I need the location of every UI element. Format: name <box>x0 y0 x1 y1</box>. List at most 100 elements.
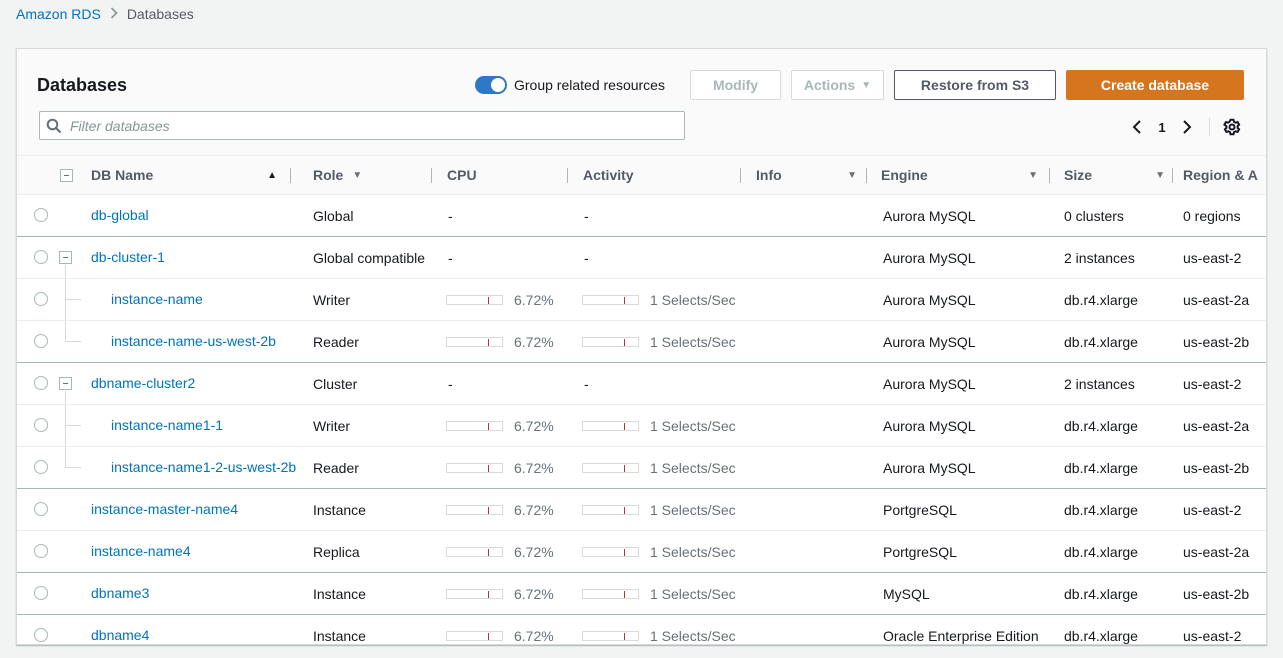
db-name-link[interactable]: instance-name <box>111 291 203 307</box>
row-select-radio[interactable] <box>34 586 48 600</box>
name-cell: instance-name <box>17 279 291 320</box>
db-name-link[interactable]: dbname4 <box>91 627 149 643</box>
sort-ascending-icon[interactable]: ▲ <box>267 170 277 181</box>
region-cell: us-east-2b <box>1183 333 1250 350</box>
next-page-button[interactable] <box>1175 115 1199 139</box>
activity-value: 1 Selects/Sec <box>650 417 736 434</box>
db-name-header-label: DB Name <box>91 167 154 183</box>
collapse-group-icon[interactable] <box>59 377 72 390</box>
cpu-bar <box>446 294 503 305</box>
row-select-radio[interactable] <box>34 376 48 390</box>
previous-page-button[interactable] <box>1125 115 1149 139</box>
chevron-left-icon <box>1132 120 1141 134</box>
column-header-engine[interactable]: Engine ▼ <box>867 155 1050 195</box>
engine-cell: MySQL <box>883 585 930 602</box>
size-cell: 2 instances <box>1064 249 1135 266</box>
region-cell: us-east-2 <box>1183 375 1242 392</box>
restore-from-s3-button[interactable]: Restore from S3 <box>894 70 1056 100</box>
collapse-all-icon[interactable] <box>60 169 73 182</box>
cpu-value: 6.72% <box>514 459 554 476</box>
actions-label: Actions <box>803 77 856 93</box>
row-select-radio[interactable] <box>34 334 48 348</box>
region-cell: us-east-2b <box>1183 585 1250 602</box>
cpu-header-label: CPU <box>447 167 477 183</box>
group-resources-toggle[interactable]: Group related resources <box>475 76 665 94</box>
db-name-link[interactable]: instance-master-name4 <box>91 501 238 517</box>
region-cell: us-east-2b <box>1183 459 1250 476</box>
actions-button[interactable]: Actions ▼ <box>791 70 884 100</box>
toggle-switch[interactable] <box>475 76 507 94</box>
column-header-region[interactable]: Region & A <box>1173 155 1266 195</box>
name-cell: db-global <box>17 195 291 236</box>
row-select-radio[interactable] <box>34 208 48 222</box>
table-row[interactable]: dbname4 Instance 6.72% 1 Selects/Sec Oracle … <box>17 615 1266 645</box>
filter-caret-icon[interactable]: ▼ <box>1028 170 1038 181</box>
region-cell: us-east-2 <box>1183 249 1242 266</box>
toggle-knob <box>491 78 505 92</box>
cpu-metric: 6.72% <box>438 460 568 476</box>
filter-databases[interactable] <box>39 111 685 140</box>
table-row[interactable]: dbname3 Instance 6.72% 1 Selects/Sec MySQL db… <box>17 572 1266 615</box>
preferences-button[interactable] <box>1220 115 1244 139</box>
role-cell: Replica <box>313 543 360 560</box>
db-name-link[interactable]: instance-name-us-west-2b <box>111 333 276 349</box>
row-select-radio[interactable] <box>34 418 48 432</box>
db-name-link[interactable]: dbname-cluster2 <box>91 375 195 391</box>
activity-empty: - <box>584 249 589 266</box>
db-name-link[interactable]: instance-name4 <box>91 543 191 559</box>
create-database-button[interactable]: Create database <box>1066 70 1244 100</box>
table-row[interactable]: db-cluster-1 Global compatible - - Aurora My… <box>17 236 1266 279</box>
engine-cell: PortgreSQL <box>883 543 957 560</box>
current-page[interactable]: 1 <box>1149 120 1175 135</box>
row-select-radio[interactable] <box>34 460 48 474</box>
table-row[interactable]: instance-master-name4 Instance 6.72% 1 Sele… <box>17 488 1266 531</box>
toggle-label: Group related resources <box>514 77 665 93</box>
size-cell: db.r4.xlarge <box>1064 501 1138 518</box>
engine-cell: Aurora MySQL <box>883 417 976 434</box>
activity-header-label: Activity <box>583 167 634 183</box>
role-header-label: Role <box>313 167 344 183</box>
filter-input[interactable] <box>68 116 668 135</box>
collapse-group-icon[interactable] <box>59 251 72 264</box>
activity-metric: 1 Selects/Sec <box>574 418 741 434</box>
db-name-link[interactable]: dbname3 <box>91 585 149 601</box>
column-header-cpu[interactable]: CPU <box>432 155 568 195</box>
table-row[interactable]: instance-name4 Replica 6.72% 1 Selects/Sec P… <box>17 530 1266 573</box>
row-select-radio[interactable] <box>34 502 48 516</box>
column-header-activity[interactable]: Activity <box>568 155 741 195</box>
cpu-metric: 6.72% <box>438 418 568 434</box>
size-cell: db.r4.xlarge <box>1064 291 1138 308</box>
activity-value: 1 Selects/Sec <box>650 459 736 476</box>
row-select-radio[interactable] <box>34 628 48 642</box>
db-name-link[interactable]: instance-name1-2-us-west-2b <box>111 459 296 475</box>
table-row[interactable]: db-global Global - - Aurora MySQL 0 clusters 0… <box>17 194 1266 237</box>
column-header-db-name[interactable]: DB Name ▲ <box>17 155 291 195</box>
table-row[interactable]: instance-name1-2-us-west-2b Reader 6.72% 1 … <box>17 446 1266 489</box>
engine-cell: Aurora MySQL <box>883 459 976 476</box>
row-select-radio[interactable] <box>34 292 48 306</box>
table-row[interactable]: instance-name Writer 6.72% 1 Selects/Sec Aur… <box>17 278 1266 321</box>
column-header-size[interactable]: Size ▼ <box>1050 155 1173 195</box>
activity-marker <box>624 548 625 556</box>
name-cell: instance-name1-1 <box>17 405 291 446</box>
activity-marker <box>624 590 625 598</box>
activity-empty: - <box>584 375 589 392</box>
cpu-value: 6.72% <box>514 417 554 434</box>
column-header-role[interactable]: Role ▼ <box>291 155 432 195</box>
modify-button[interactable]: Modify <box>690 70 781 100</box>
column-header-info[interactable]: Info ▼ <box>741 155 867 195</box>
filter-caret-icon[interactable]: ▼ <box>1155 170 1165 181</box>
db-name-link[interactable]: instance-name1-1 <box>111 417 223 433</box>
filter-caret-icon[interactable]: ▼ <box>847 170 857 181</box>
db-name-link[interactable]: db-cluster-1 <box>91 249 165 265</box>
row-select-radio[interactable] <box>34 250 48 264</box>
role-cell: Writer <box>313 417 351 434</box>
db-name-link[interactable]: db-global <box>91 207 149 223</box>
table-row[interactable]: instance-name-us-west-2b Reader 6.72% 1 Sel… <box>17 320 1266 363</box>
region-cell: us-east-2a <box>1183 417 1250 434</box>
breadcrumb-amazon-rds[interactable]: Amazon RDS <box>16 6 101 22</box>
table-row[interactable]: dbname-cluster2 Cluster - - Aurora MySQL 2 in… <box>17 362 1266 405</box>
filter-caret-icon[interactable]: ▼ <box>352 170 362 181</box>
row-select-radio[interactable] <box>34 544 48 558</box>
table-row[interactable]: instance-name1-1 Writer 6.72% 1 Selects/Sec… <box>17 404 1266 447</box>
